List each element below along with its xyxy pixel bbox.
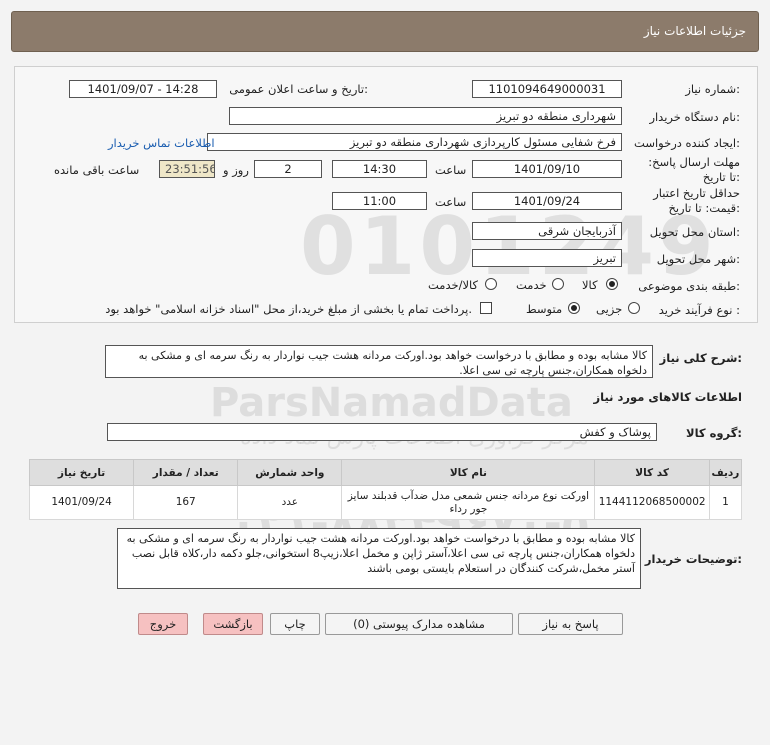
buyer-notes-label: توضیحات خریدار:: [644, 552, 742, 566]
need-number-label: شماره نیاز:: [685, 82, 740, 96]
validity-time-field: 11:00: [332, 192, 427, 210]
province-field: آذربایجان شرقی: [472, 222, 622, 240]
col-qty-header: تعداد / مقدار: [133, 459, 239, 486]
purchase-type-label: نوع فرآیند خرید :: [658, 303, 740, 317]
requester-label: ایجاد کننده درخواست:: [634, 136, 740, 150]
col-date-header: تاریخ نیاز: [28, 459, 135, 486]
purchase-option-medium: متوسط: [526, 302, 563, 316]
page-title: جزئیات اطلاعات نیاز: [643, 24, 746, 38]
remaining-label: ساعت باقی مانده: [54, 163, 140, 177]
validity-time-label: ساعت: [435, 195, 467, 209]
requester-field: فرخ شفایی مسئول کارپردازی شهرداری منطقه …: [207, 133, 622, 151]
col-unit-header: واحد شمارش: [237, 459, 343, 486]
need-number-field: 1101094649000031: [472, 80, 622, 98]
goods-group-field: پوشاک و کفش: [107, 423, 657, 441]
delivery-city-label: شهر محل تحویل:: [656, 252, 740, 266]
table-header-row: ردیف کد کالا نام کالا واحد شمارش تعداد /…: [28, 459, 743, 486]
reply-time-label: ساعت: [435, 163, 467, 177]
buyer-org-field: شهرداری منطقه دو تبریز: [229, 107, 622, 125]
category-radio-goods[interactable]: [606, 278, 618, 290]
page-header: جزئیات اطلاعات نیاز: [11, 11, 759, 52]
treasury-checkbox[interactable]: [480, 302, 492, 314]
price-validity-label: حداقل تاریخ اعتبار قیمت: تا تاریخ:: [653, 186, 740, 215]
goods-info-heading: اطلاعات کالاهای مورد نیاز: [593, 390, 742, 404]
cell-name: اورکت نوع مردانه جنس شمعی مدل ضدآب قدبلن…: [341, 485, 596, 520]
category-option-service: خدمت: [516, 278, 547, 292]
cell-qty: 167: [133, 485, 239, 520]
reply-deadline-label: مهلت ارسال پاسخ: تا تاریخ:: [648, 155, 740, 184]
category-radio-service[interactable]: [552, 278, 564, 290]
announce-datetime-field: 1401/09/07 - 14:28: [69, 80, 217, 98]
cell-date: 1401/09/24: [28, 485, 135, 520]
buyer-org-label: نام دستگاه خریدار:: [649, 110, 740, 124]
col-code-header: کد کالا: [594, 459, 710, 486]
attachments-button[interactable]: مشاهده مدارک پیوستی (0): [325, 613, 513, 635]
goods-group-label: گروه کالا:: [686, 426, 742, 440]
category-radio-goods-service[interactable]: [485, 278, 497, 290]
goods-table: ردیف کد کالا نام کالا واحد شمارش تعداد /…: [28, 459, 743, 520]
treasury-note: پرداخت تمام یا بخشی از مبلغ خرید،از محل …: [105, 302, 472, 316]
remaining-timer: 23:51:56: [159, 160, 215, 178]
reply-date-field: 1401/09/10: [472, 160, 622, 178]
purchase-option-minor: جزیی: [596, 302, 623, 316]
purchase-radio-medium[interactable]: [568, 302, 580, 314]
days-and-label: روز و: [223, 163, 249, 177]
reply-days-field: 2: [254, 160, 322, 178]
cell-row: 1: [708, 485, 743, 520]
reply-time-field: 14:30: [332, 160, 427, 178]
category-option-goods: کالا: [582, 278, 598, 292]
print-button[interactable]: چاپ: [270, 613, 320, 635]
category-label: طبقه بندی موضوعی:: [638, 279, 740, 293]
back-button[interactable]: بازگشت: [203, 613, 263, 635]
general-desc-field: کالا مشابه بوده و مطابق با درخواست خواهد…: [105, 345, 653, 378]
exit-button[interactable]: خروج: [138, 613, 188, 635]
reply-button[interactable]: پاسخ به نیاز: [518, 613, 623, 635]
cell-unit: عدد: [237, 485, 343, 520]
city-field: تبریز: [472, 249, 622, 267]
validity-date-field: 1401/09/24: [472, 192, 622, 210]
category-option-goods-service: کالا/خدمت: [428, 278, 479, 292]
col-name-header: نام کالا: [341, 459, 596, 486]
cell-code: 1144112068500002: [594, 485, 710, 520]
buyer-contact-link[interactable]: اطلاعات تماس خریدار: [108, 136, 215, 150]
purchase-radio-minor[interactable]: [628, 302, 640, 314]
announce-datetime-label: تاریخ و ساعت اعلان عمومی:: [229, 82, 368, 96]
general-desc-label: شرح کلی نیاز:: [659, 351, 742, 365]
buyer-notes-field: کالا مشابه بوده و مطابق با درخواست خواهد…: [117, 528, 641, 589]
delivery-province-label: استان محل تحویل:: [649, 225, 740, 239]
col-row-header: ردیف: [708, 459, 743, 486]
watermark-brand: ParsNamadData: [210, 380, 573, 426]
table-row: 1 1144112068500002 اورکت نوع مردانه جنس …: [28, 485, 743, 520]
